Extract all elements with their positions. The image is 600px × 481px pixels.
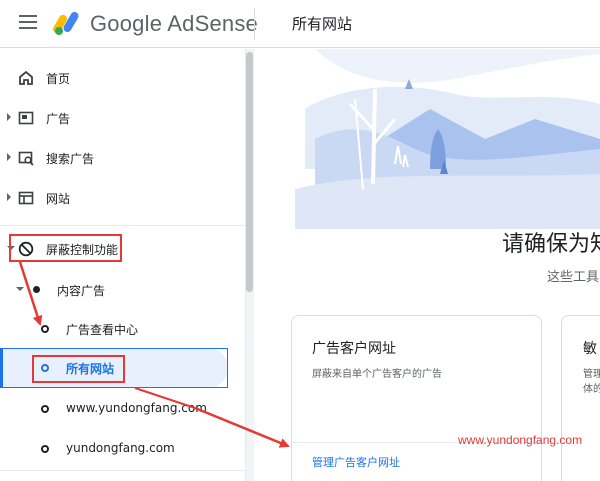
adsense-logo-icon bbox=[53, 11, 79, 35]
watermark-text: www.yundongfang.com bbox=[458, 433, 583, 447]
card-description: 屏蔽来自单个广告客户的广告 bbox=[312, 369, 442, 380]
card-description: 管理体的 bbox=[583, 367, 600, 397]
sidebar-item-site[interactable]: www.yundongfang.com bbox=[0, 391, 245, 427]
bullet-icon bbox=[33, 286, 40, 293]
sidebar-divider bbox=[0, 225, 245, 226]
sidebar-item-label: 广告 bbox=[46, 112, 71, 126]
expand-arrow-icon[interactable] bbox=[7, 193, 11, 201]
landscape-illustration bbox=[295, 49, 600, 229]
sidebar-item-label: 搜索广告 bbox=[46, 152, 95, 166]
sidebar-item-label: 首页 bbox=[46, 72, 71, 86]
bullet-ring-icon bbox=[41, 325, 49, 333]
brand-wordmark: Google AdSense bbox=[90, 11, 258, 37]
card-title: 敏 bbox=[583, 341, 597, 357]
sidebar-item-label: 网站 bbox=[46, 192, 71, 206]
sensitive-category-card: 敏 管理体的 bbox=[561, 315, 600, 481]
brand-product: AdSense bbox=[167, 11, 258, 36]
page-subheadline: 这些工具 bbox=[547, 270, 600, 285]
sidebar-item-ads[interactable]: 广告 bbox=[0, 100, 245, 136]
collapse-arrow-icon[interactable] bbox=[16, 287, 24, 291]
sidebar-item-site[interactable]: yundongfang.com bbox=[0, 431, 245, 467]
web-icon bbox=[18, 191, 34, 205]
card-title: 广告客户网址 bbox=[312, 341, 396, 357]
menu-icon[interactable] bbox=[19, 15, 37, 29]
card-desc-line: 管理 bbox=[583, 369, 600, 380]
card-desc-line: 体的 bbox=[583, 384, 600, 395]
manage-advertiser-url-link[interactable]: 管理广告客户网址 bbox=[312, 454, 400, 470]
sidebar-item-label: 广告查看中心 bbox=[66, 323, 139, 337]
brand-google: Google bbox=[90, 11, 163, 36]
sidebar-item-sites[interactable]: 网站 bbox=[0, 180, 245, 216]
sidebar-item-label: www.yundongfang.com bbox=[66, 401, 207, 415]
expand-arrow-icon[interactable] bbox=[7, 113, 11, 121]
top-app-bar: Google AdSense 所有网站 bbox=[0, 0, 600, 48]
sidebar-item-home[interactable]: 首页 bbox=[0, 60, 245, 96]
home-icon bbox=[19, 70, 33, 85]
search-ads-icon bbox=[18, 151, 34, 166]
sidebar-item-label: yundongfang.com bbox=[66, 441, 175, 455]
sidebar-scroll-thumb[interactable] bbox=[246, 52, 253, 292]
sidebar-item-search-ads[interactable]: 搜索广告 bbox=[0, 140, 245, 176]
header-divider bbox=[254, 8, 255, 40]
annotation-box bbox=[9, 234, 122, 262]
page-title: 所有网站 bbox=[292, 15, 353, 33]
page-headline: 请确保为知 bbox=[502, 232, 600, 257]
bullet-ring-icon bbox=[41, 445, 49, 453]
annotation-box bbox=[32, 355, 125, 383]
ad-unit-icon bbox=[18, 111, 34, 125]
sidebar-item-ad-review-center[interactable]: 广告查看中心 bbox=[0, 311, 245, 347]
sidebar-item-content-ads[interactable]: 内容广告 bbox=[0, 272, 245, 308]
sidebar-item-label: 内容广告 bbox=[57, 284, 106, 298]
expand-arrow-icon[interactable] bbox=[7, 153, 11, 161]
bullet-ring-icon bbox=[41, 405, 49, 413]
sidebar-divider bbox=[0, 470, 245, 471]
